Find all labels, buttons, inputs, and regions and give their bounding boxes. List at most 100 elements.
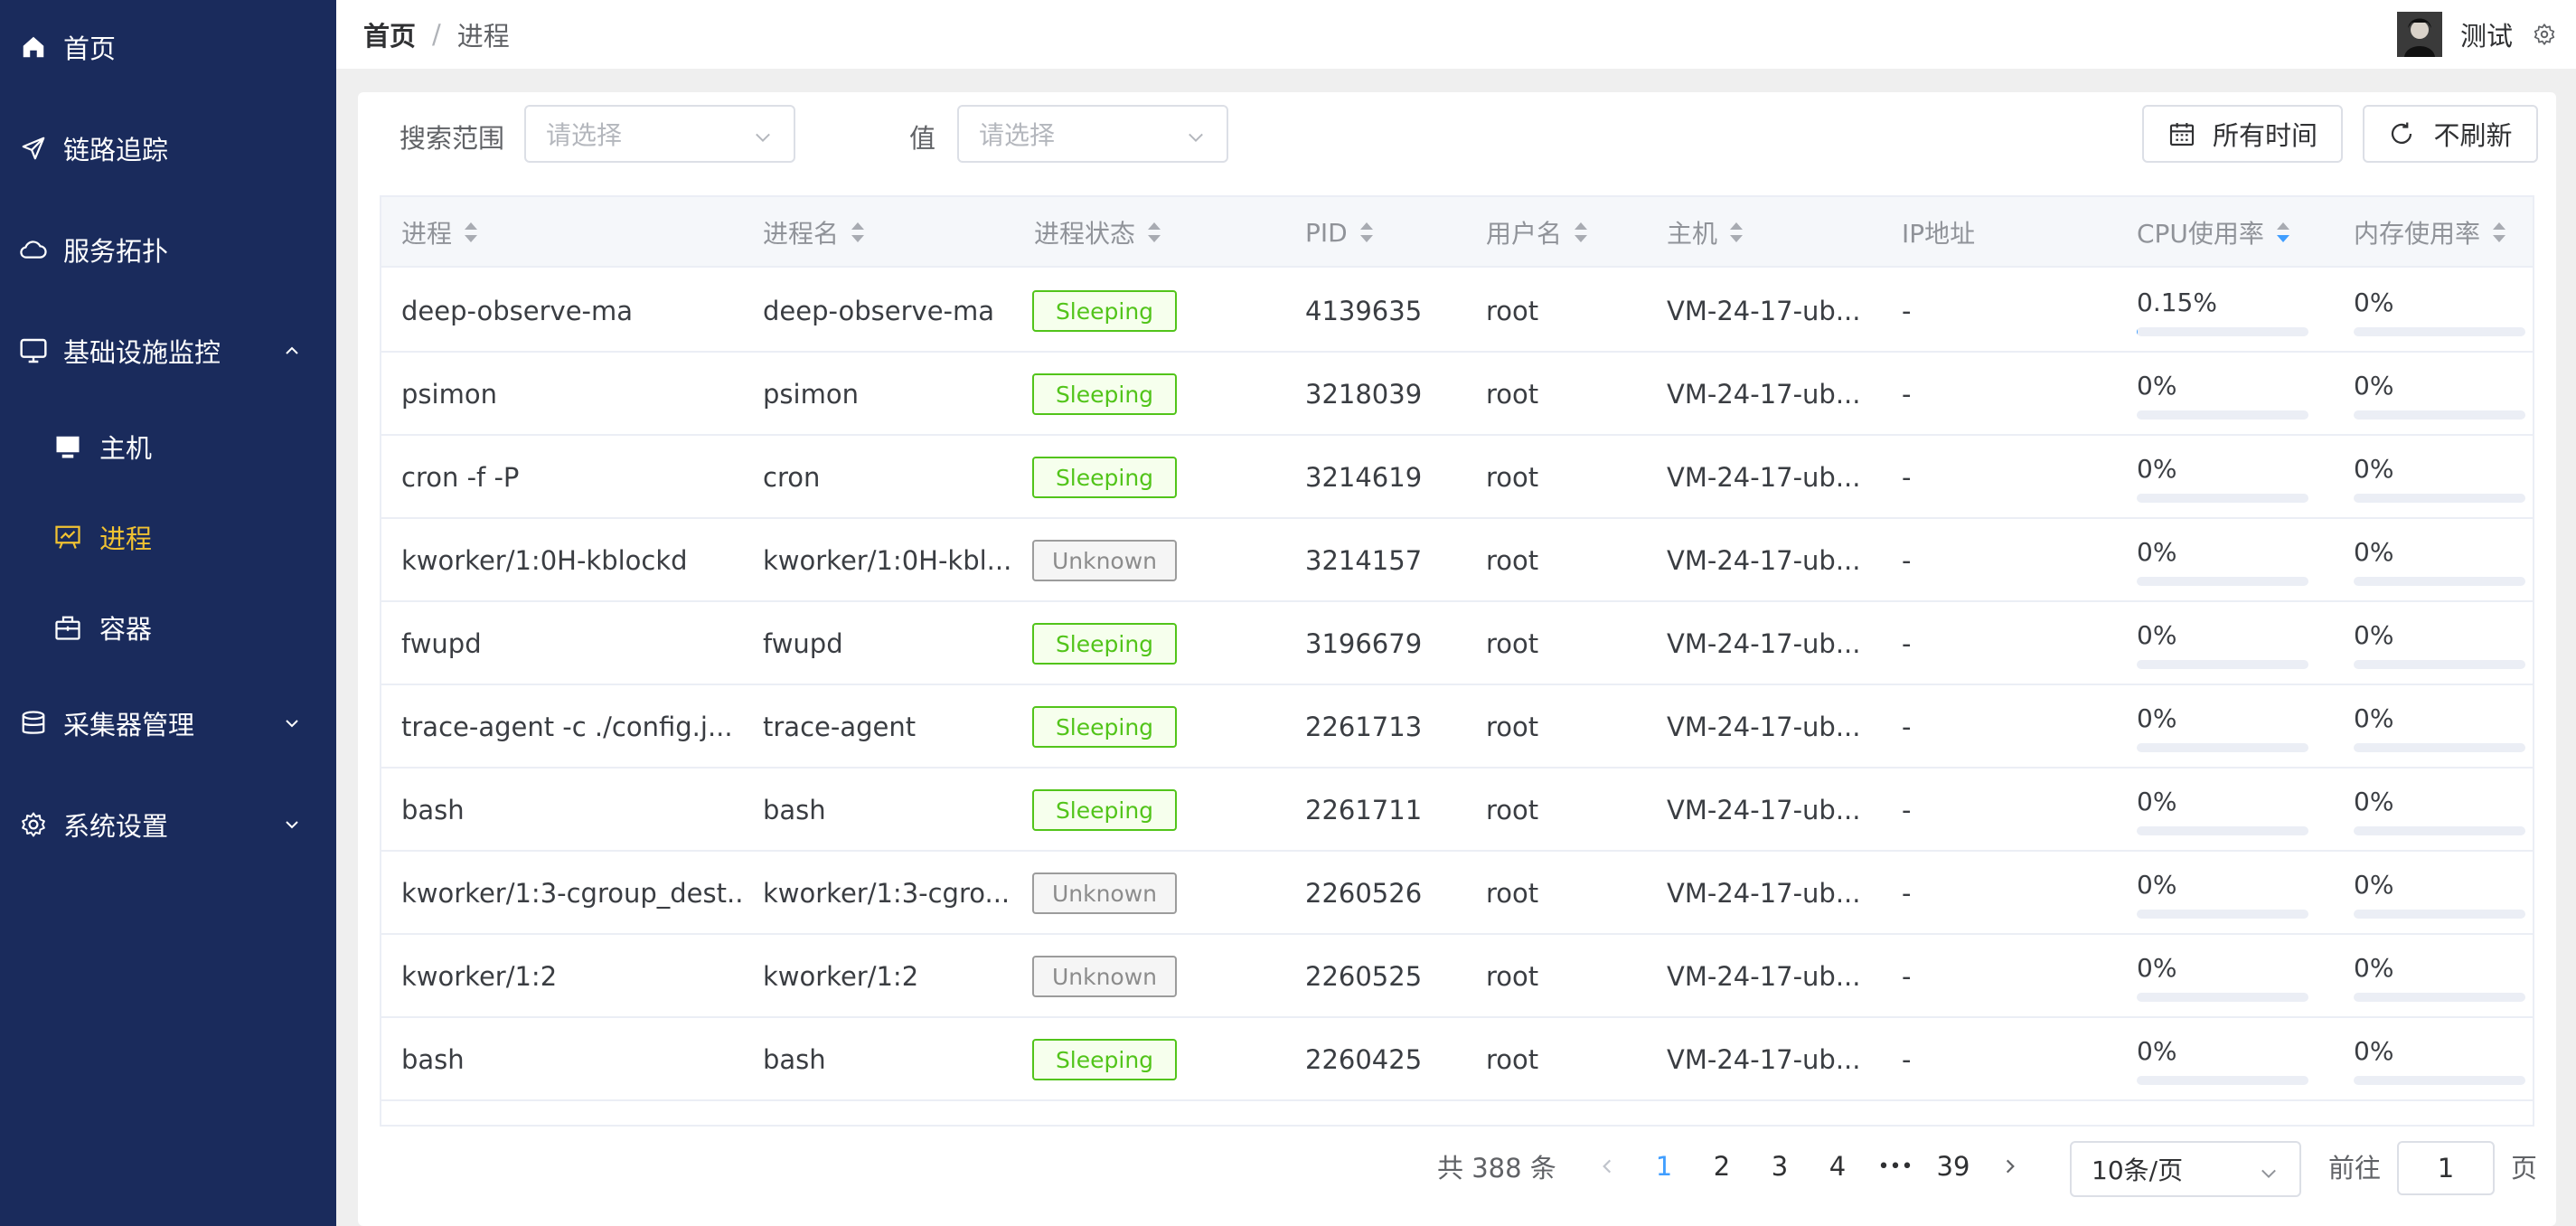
table-row[interactable]: kworker/1:2 kworker/1:2 Unknown 2260525 root… [381,935,2533,1018]
prev-page-button[interactable] [1589,1137,1625,1195]
mem-usage-text: 0% [2354,953,2394,983]
time-range-button[interactable]: 所有时间 [2142,105,2343,163]
chevron-down-icon [1185,125,1207,146]
chevron-down-icon [752,125,774,146]
page-4[interactable]: 4 [1815,1137,1860,1195]
cell-process: cron -f -P [401,462,520,493]
page-2[interactable]: 2 [1699,1137,1744,1195]
th-cpu[interactable]: CPU使用率 [2137,197,2291,268]
mem-usage-text: 0% [2354,620,2394,650]
cell-pid: 2261713 [1305,712,1423,742]
cell-name: kworker/1:2 [763,961,919,992]
th-host[interactable]: 主机 [1667,197,1744,268]
mem-usage: 0% [2354,620,2525,674]
mem-usage: 0% [2354,703,2525,758]
page-size-select[interactable]: 10条/页 [2070,1141,2301,1197]
sidebar-item-home[interactable]: 首页 [0,2,336,92]
avatar[interactable] [2396,12,2442,57]
column-label: 主机 [1667,219,1718,249]
status-badge: Unknown [1032,872,1177,914]
sidebar-item-tracing[interactable]: 链路追踪 [0,103,336,193]
goto-page-input[interactable]: 1 [2397,1141,2495,1195]
status-badge: Unknown [1032,956,1177,997]
sort-caret-icon[interactable] [850,221,866,244]
table-row[interactable]: bash bash Sleeping 2261711 root VM-24-17-ub..… [381,769,2533,852]
refresh-button[interactable]: 不刷新 [2363,105,2538,163]
cell-ip: - [1902,1044,1912,1075]
sort-caret-icon[interactable] [2491,221,2507,244]
sidebar-item-label: 首页 [63,33,117,64]
next-page-button[interactable] [1992,1137,2028,1195]
mem-usage-text: 0% [2354,703,2394,733]
breadcrumb-home[interactable]: 首页 [363,15,416,53]
table-row[interactable]: kworker/1:0H-kblockd kworker/1:0H-kbl... U… [381,519,2533,602]
table-row[interactable]: deep-observe-ma deep-observe-ma Sleeping 41… [381,269,2533,353]
table-row[interactable]: cron -f -P cron Sleeping 3214619 root VM-24-1… [381,436,2533,519]
page-1[interactable]: 1 [1641,1137,1687,1195]
sidebar-item-infra-monitor[interactable]: 基础设施监控 [0,306,336,396]
mem-usage: 0% [2354,1036,2525,1090]
sidebar-item-settings[interactable]: 系统设置 [0,779,336,870]
container-icon [52,612,83,643]
th-user[interactable]: 用户名 [1486,197,1589,268]
th-status[interactable]: 进程状态 [1034,197,1162,268]
cpu-usage-text: 0% [2137,703,2177,733]
sidebar-subitem-container[interactable]: 容器 [0,582,336,673]
cell-host: VM-24-17-ub... [1667,795,1861,825]
host-icon [52,431,83,462]
table-row[interactable]: bash bash Sleeping 2260425 root VM-24-17-ub..… [381,1018,2533,1101]
cell-ip: - [1902,795,1912,825]
sidebar-subitem-host[interactable]: 主机 [0,401,336,492]
th-process[interactable]: 进程 [401,197,479,268]
sidebar-item-topology[interactable]: 服务拓扑 [0,204,336,295]
sort-caret-icon[interactable] [1359,221,1375,244]
user-area: 测试 [2396,0,2556,69]
cpu-usage-text: 0% [2137,1036,2177,1066]
username[interactable]: 测试 [2460,15,2513,53]
refresh-icon [2388,118,2419,149]
chevron-left-icon [1597,1156,1617,1176]
cell-name: fwupd [763,628,843,659]
page-39[interactable]: 39 [1931,1137,1976,1195]
cpu-progress-bar [2137,660,2308,669]
sort-caret-icon[interactable] [2275,221,2291,244]
page-ellipsis[interactable]: ••• [1873,1137,1918,1195]
cell-host: VM-24-17-ub... [1667,462,1861,493]
mem-usage: 0% [2354,454,2525,508]
sidebar-item-collector[interactable]: 采集器管理 [0,678,336,769]
cpu-progress-bar [2137,410,2308,420]
th-mem[interactable]: 内存使用率 [2354,197,2507,268]
column-label: 内存使用率 [2354,219,2481,249]
sort-caret-icon[interactable] [1146,221,1162,244]
table-row[interactable]: psimon psimon Sleeping 3218039 root VM-24-17-… [381,353,2533,436]
value-select[interactable]: 请选择 [957,105,1228,163]
sort-caret-icon[interactable] [463,221,479,244]
settings-gear-icon[interactable] [2533,23,2556,46]
column-label: CPU使用率 [2137,219,2264,249]
cell-user: root [1486,712,1539,742]
cpu-usage-text: 0% [2137,787,2177,816]
page-3[interactable]: 3 [1757,1137,1802,1195]
column-label: 进程 [401,219,453,249]
th-pid[interactable]: PID [1305,197,1375,268]
mem-progress-bar [2354,660,2525,669]
table-row[interactable]: trace-agent -c ./config.j... trace-agent S… [381,685,2533,769]
home-icon [18,32,49,62]
search-scope-select[interactable]: 请选择 [524,105,795,163]
cell-host: VM-24-17-ub... [1667,712,1861,742]
sort-caret-icon[interactable] [1573,221,1589,244]
sidebar-subitem-process[interactable]: 进程 [0,492,336,582]
table-row[interactable]: fwupd fwupd Sleeping 3196679 root VM-24-17-ub… [381,602,2533,685]
sort-caret-icon[interactable] [1728,221,1744,244]
cpu-usage-text: 0% [2137,620,2177,650]
cell-ip: - [1902,296,1912,326]
cell-ip: - [1902,379,1912,410]
breadcrumb-current: 进程 [456,21,510,52]
cell-user: root [1486,296,1539,326]
column-label: 进程名 [763,219,840,249]
table-row[interactable]: kworker/1:3-cgroup_dest... kworker/1:3-cg… [381,852,2533,935]
cell-process: trace-agent -c ./config.j... [401,712,733,742]
status-badge: Sleeping [1032,373,1177,415]
th-process-name[interactable]: 进程名 [763,197,866,268]
th-ip: IP地址 [1902,197,1975,268]
